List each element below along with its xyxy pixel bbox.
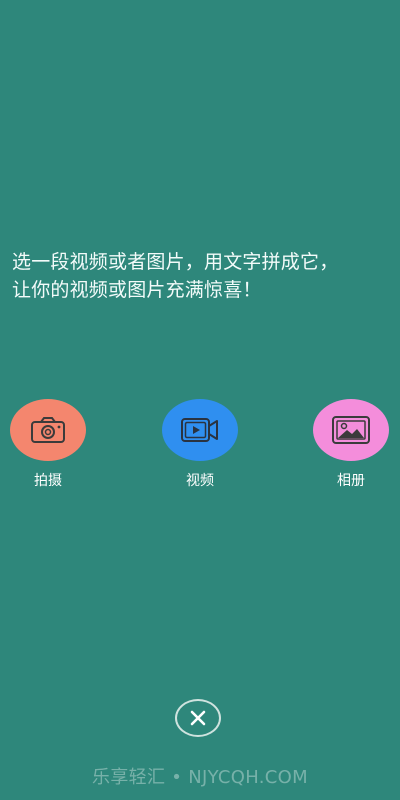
video-label: 视频 [186, 473, 214, 489]
intro-line-2: 让你的视频或图片充满惊喜！ [12, 279, 262, 301]
album-option[interactable]: 相册 [313, 399, 389, 489]
video-icon [181, 418, 218, 442]
video-option[interactable]: 视频 [162, 399, 238, 489]
camera-icon [31, 417, 65, 443]
intro-text: 选一段视频或者图片，用文字拼成它， 让你的视频或图片充满惊喜！ [12, 248, 388, 304]
intro-line-1: 选一段视频或者图片，用文字拼成它， [12, 251, 339, 273]
image-icon [332, 416, 370, 444]
close-icon [190, 710, 206, 726]
video-button[interactable] [162, 399, 238, 461]
shoot-label: 拍摄 [34, 473, 62, 489]
album-button[interactable] [313, 399, 389, 461]
shoot-button[interactable] [10, 399, 86, 461]
watermark: 乐享轻汇 • NJYCQH.COM [92, 767, 308, 788]
album-label: 相册 [337, 473, 365, 489]
shoot-option[interactable]: 拍摄 [10, 399, 86, 489]
close-button[interactable] [175, 699, 221, 737]
